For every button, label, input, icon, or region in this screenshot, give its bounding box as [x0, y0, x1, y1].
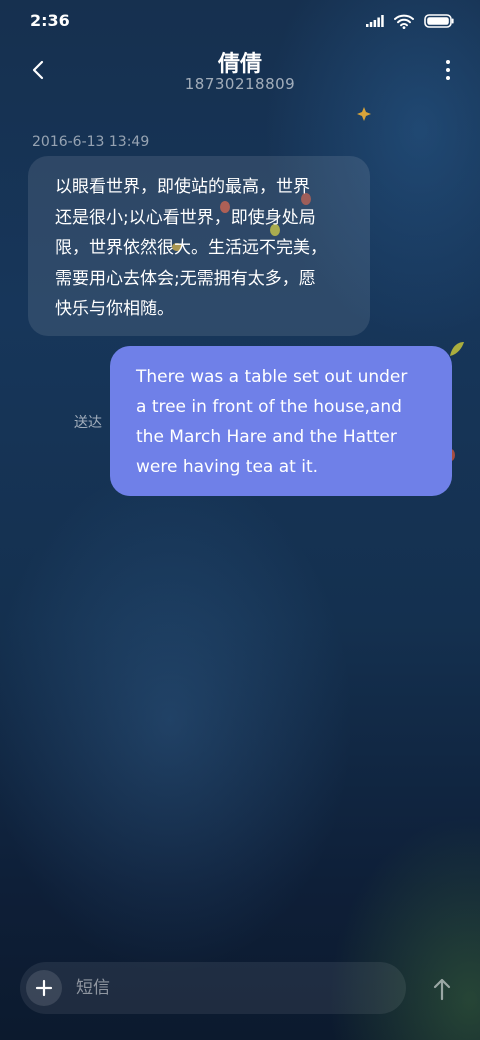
incoming-message-text: 以眼看世界，即使站的最高，世界 还是很小;以心看世界，即使身处局 限，世界依然很…	[55, 172, 348, 325]
wifi-icon	[394, 14, 414, 29]
message-line: were having tea at it.	[136, 457, 319, 477]
more-vertical-icon	[446, 60, 450, 64]
message-line: 需要用心去体会;无需拥有太多，愿	[55, 268, 316, 289]
message-input[interactable]	[76, 972, 386, 1004]
message-line: 以眼看世界，即使站的最高，世界	[55, 177, 310, 197]
status-bar: 2:36	[0, 0, 480, 42]
outgoing-message-text: There was a table set out under a tree i…	[136, 362, 432, 482]
leaf-decoration-icon	[450, 342, 464, 356]
delivery-status: 送达	[74, 415, 102, 431]
message-line: 限，世界依然很大。生活远不完美，	[55, 238, 327, 258]
message-line: There was a table set out under	[136, 367, 408, 387]
leaf-decoration-icon	[357, 107, 371, 121]
add-attachment-button[interactable]	[26, 970, 62, 1006]
message-line: a tree in front of the house,and	[136, 397, 402, 417]
contact-name: 倩倩	[217, 52, 262, 77]
plus-icon	[35, 979, 53, 997]
signal-icon	[366, 15, 384, 27]
battery-icon	[424, 14, 454, 28]
message-line: the March Hare and the Hatter	[136, 427, 397, 447]
arrow-up-icon	[433, 978, 451, 1001]
conversation-header: 倩倩 18730218809	[0, 42, 480, 102]
contact-number: 18730218809	[184, 75, 296, 93]
status-icons	[366, 11, 454, 31]
message-timestamp: 2016-6-13 13:49	[32, 134, 150, 150]
status-time: 2:36	[30, 11, 70, 30]
send-button[interactable]	[428, 974, 456, 1004]
incoming-message-bubble[interactable]: 以眼看世界，即使站的最高，世界 还是很小;以心看世界，即使身处局 限，世界依然很…	[28, 156, 370, 336]
message-composer	[20, 962, 406, 1014]
outgoing-message-bubble[interactable]: There was a table set out under a tree i…	[110, 346, 452, 496]
more-options-button[interactable]	[440, 56, 456, 84]
message-line: 还是很小;以心看世界，即使身处局	[55, 207, 316, 228]
message-line: 快乐与你相随。	[55, 299, 174, 319]
